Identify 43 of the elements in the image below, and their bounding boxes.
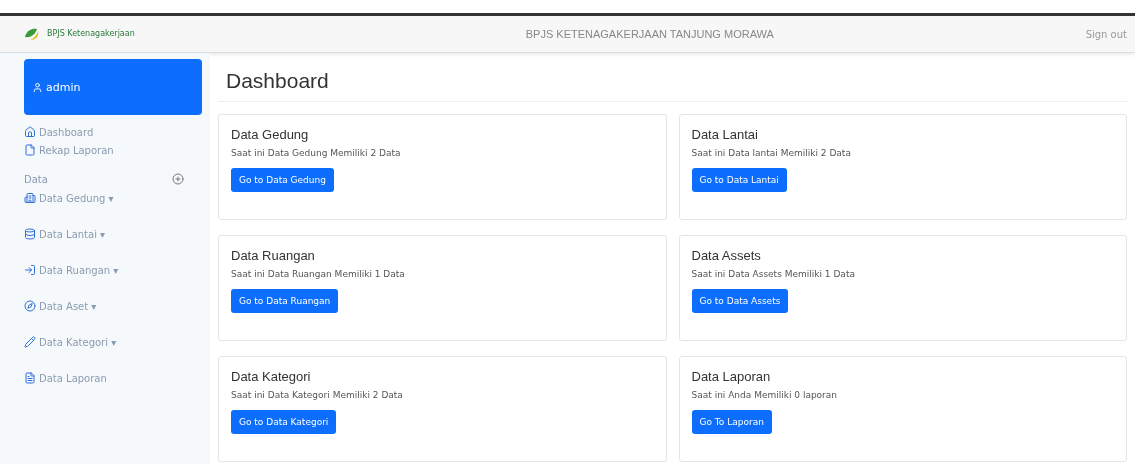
user-icon: [32, 81, 43, 93]
enter-icon: [24, 264, 36, 276]
user-name: admin: [46, 80, 81, 94]
add-icon[interactable]: [172, 173, 184, 185]
user-panel[interactable]: admin: [24, 59, 202, 115]
sidebar-item[interactable]: Data Aset ▾: [24, 297, 202, 315]
go-button[interactable]: Go to Data Kategori: [231, 410, 337, 434]
pen-icon: [24, 336, 36, 348]
page-title: Dashboard: [218, 59, 1127, 102]
go-button[interactable]: Go to Data Gedung: [231, 168, 334, 192]
section-label: Data: [24, 173, 48, 185]
sidebar-item[interactable]: Dashboard: [24, 123, 202, 141]
card-title: Data Ruangan: [231, 248, 315, 263]
file-icon: [24, 144, 36, 156]
filefill-icon: [24, 372, 36, 384]
building-icon: [24, 192, 36, 204]
sidebar-item[interactable]: Data Gedung ▾: [24, 189, 202, 207]
database-icon: [24, 228, 36, 240]
card-text: Saat ini Data Assets Memiliki 1 Data: [691, 269, 855, 279]
card-title: Data Assets: [691, 248, 761, 263]
sign-out-link[interactable]: Sign out: [1085, 28, 1127, 40]
card-text: Saat ini Data Gedung Memiliki 2 Data: [231, 148, 401, 158]
card-text: Saat ini Data Kategori Memiliki 2 Data: [231, 390, 403, 400]
go-button[interactable]: Go to Data Assets: [691, 289, 789, 313]
go-button[interactable]: Go to Data Lantai: [691, 168, 787, 192]
card-text: Saat ini Data lantai Memiliki 2 Data: [691, 148, 851, 158]
compass-icon: [24, 300, 36, 312]
card-text: Saat ini Anda Memiliki 0 laporan: [691, 390, 838, 400]
card-text: Saat ini Data Ruangan Memiliki 1 Data: [231, 269, 405, 279]
card-title: Data Lantai: [691, 127, 758, 142]
sidebar-item[interactable]: Data Kategori ▾: [24, 333, 202, 351]
sidebar-item[interactable]: Data Laporan: [24, 369, 202, 387]
sidebar-item[interactable]: Data Ruangan ▾: [24, 261, 202, 279]
sidebar-item[interactable]: Data Lantai ▾: [24, 225, 202, 243]
home-icon: [24, 126, 36, 138]
go-button[interactable]: Go To Laporan: [691, 410, 772, 434]
sidebar-item[interactable]: Rekap Laporan: [24, 141, 202, 159]
app-title: BPJS KETENAGAKERJAAN TANJUNG MORAWA: [524, 28, 775, 40]
card-title: Data Laporan: [691, 369, 771, 384]
logo-text: BPJS Ketenagakerjaan: [47, 29, 135, 39]
card-title: Data Kategori: [231, 369, 311, 384]
card-title: Data Gedung: [231, 127, 309, 142]
go-button[interactable]: Go to Data Ruangan: [231, 289, 339, 313]
